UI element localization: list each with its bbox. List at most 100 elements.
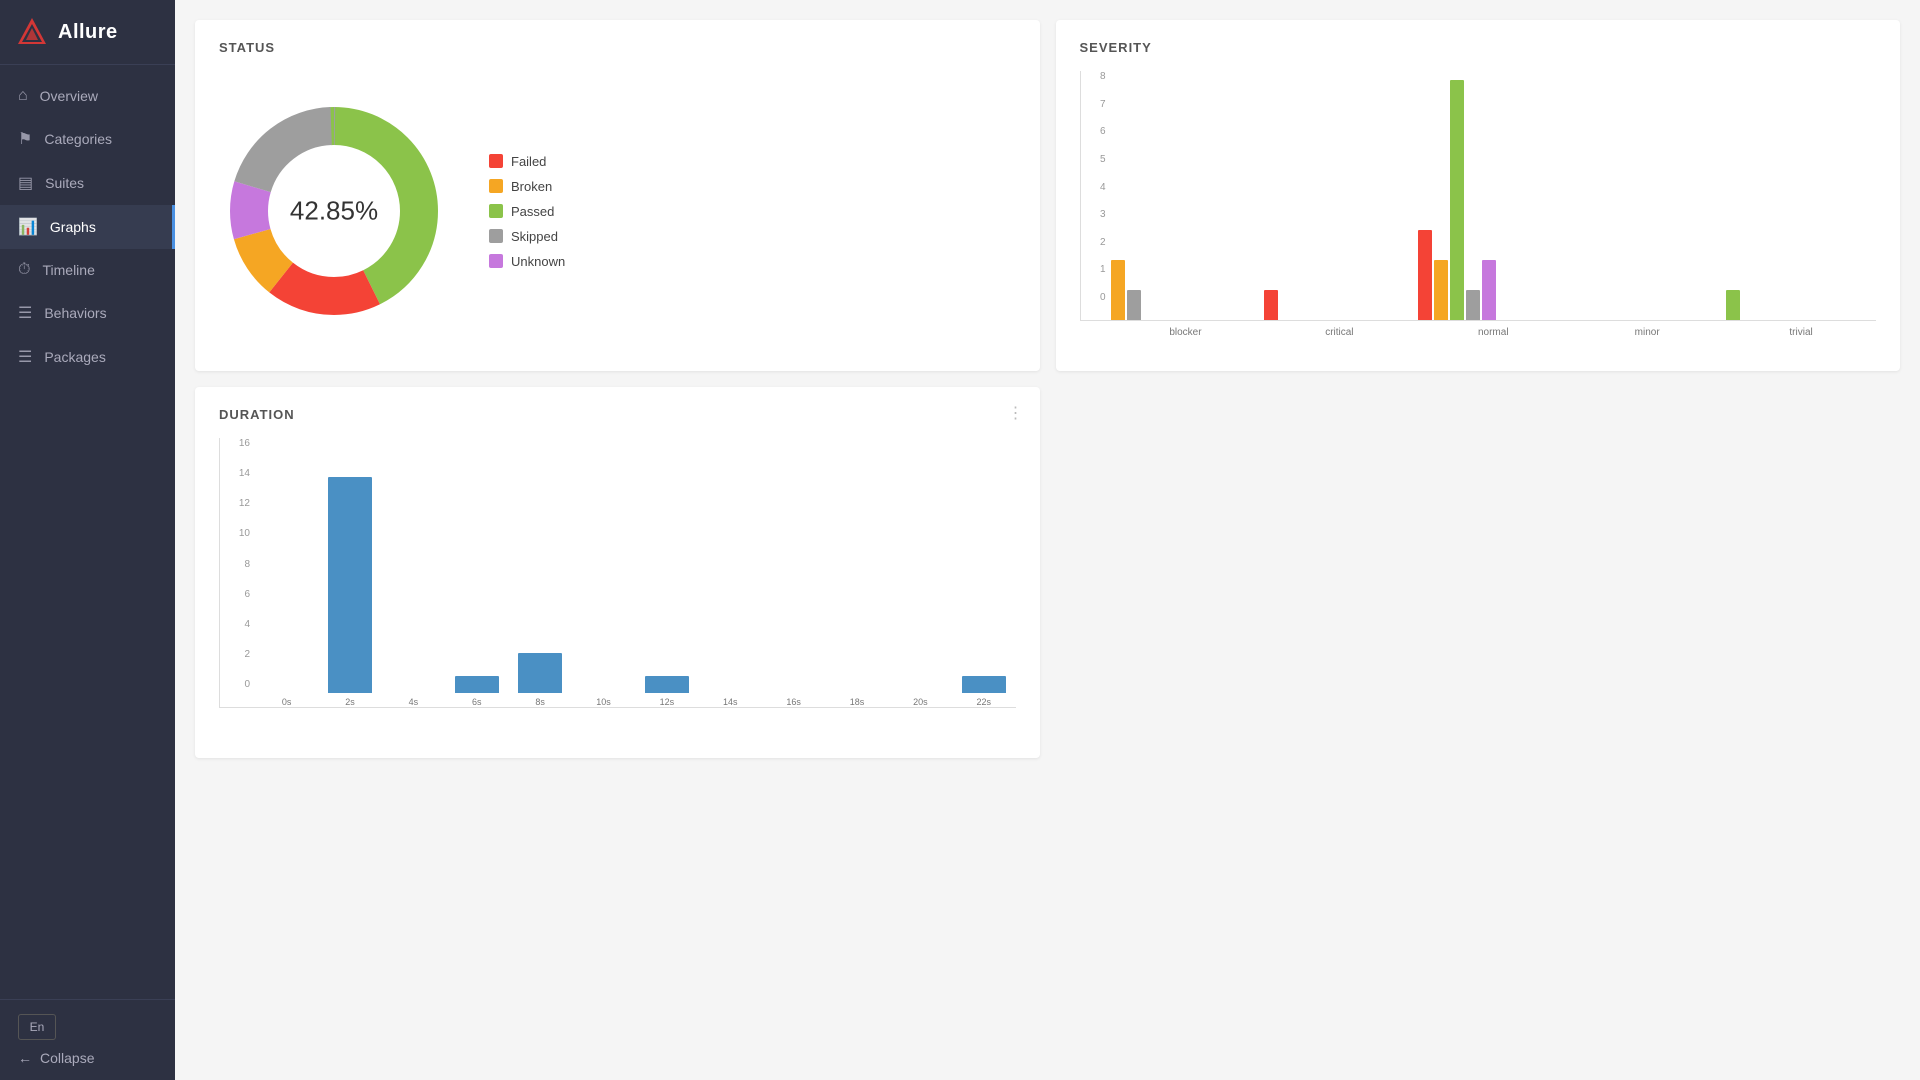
severity-bar	[1264, 290, 1278, 320]
duration-bar-label: 20s	[913, 697, 928, 707]
duration-bar-col: 2s	[318, 477, 381, 707]
legend-label-passed: Passed	[511, 204, 554, 219]
duration-bar-label: 10s	[596, 697, 611, 707]
severity-chart: 876543210 blockercriticalnormalminortriv…	[1080, 71, 1877, 351]
sidebar-item-timeline[interactable]: ⏱ Timeline	[0, 249, 175, 291]
overview-icon: ⌂	[18, 87, 28, 105]
duration-bar-col: 6s	[445, 676, 508, 707]
legend-dot-skipped	[489, 229, 503, 243]
severity-bar	[1111, 260, 1125, 320]
sidebar-label-overview: Overview	[40, 88, 98, 104]
sidebar-item-categories[interactable]: ⚑ Categories	[0, 117, 175, 161]
sidebar-label-suites: Suites	[45, 175, 84, 191]
collapse-button[interactable]: ← Collapse	[18, 1050, 157, 1066]
legend-dot-passed	[489, 204, 503, 218]
sidebar-label-graphs: Graphs	[50, 219, 96, 235]
sidebar: Allure ⌂ Overview⚑ Categories▤ Suites📊 G…	[0, 0, 175, 1080]
severity-bar	[1450, 80, 1464, 320]
duration-title: DURATION	[219, 407, 1016, 422]
sidebar-item-suites[interactable]: ▤ Suites	[0, 161, 175, 205]
severity-title: SEVERITY	[1080, 40, 1877, 55]
duration-bar-col: 10s	[572, 693, 635, 707]
duration-bar	[645, 676, 689, 693]
graphs-icon: 📊	[18, 217, 38, 237]
legend-dot-failed	[489, 154, 503, 168]
sidebar-bottom: En ← Collapse	[0, 999, 175, 1080]
allure-logo-icon	[16, 16, 48, 48]
collapse-arrow-icon: ←	[18, 1050, 32, 1066]
logo-area: Allure	[0, 0, 175, 65]
legend-dot-broken	[489, 179, 503, 193]
severity-bar	[1466, 290, 1480, 320]
legend-item-skipped: Skipped	[489, 229, 565, 244]
severity-group-label: critical	[1325, 327, 1353, 338]
timeline-icon: ⏱	[18, 261, 30, 279]
main-content: STATUS 42.85% Fa	[175, 0, 1920, 1080]
severity-group-label: normal	[1478, 327, 1509, 338]
duration-card: DURATION ⋮ 1614121086420 0s2s4s6s8s10s12…	[195, 387, 1040, 758]
sidebar-item-packages[interactable]: ☰ Packages	[0, 335, 175, 379]
severity-group-critical: critical	[1264, 290, 1414, 320]
duration-bar-label: 18s	[850, 697, 865, 707]
status-title: STATUS	[219, 40, 1016, 55]
sidebar-item-overview[interactable]: ⌂ Overview	[0, 75, 175, 117]
sidebar-label-packages: Packages	[44, 349, 105, 365]
sidebar-label-behaviors: Behaviors	[44, 305, 106, 321]
donut-chart: 42.85%	[219, 96, 449, 326]
severity-bar	[1726, 290, 1740, 320]
legend-item-passed: Passed	[489, 204, 565, 219]
legend-item-broken: Broken	[489, 179, 565, 194]
status-legend: Failed Broken Passed Skipped Unknown	[489, 154, 565, 269]
legend-label-unknown: Unknown	[511, 254, 565, 269]
duration-bar-col: 16s	[762, 693, 825, 707]
duration-bar-col: 4s	[382, 693, 445, 707]
duration-bar	[518, 653, 562, 693]
sidebar-item-graphs[interactable]: 📊 Graphs	[0, 205, 175, 249]
duration-bar-col: 0s	[255, 693, 318, 707]
logo-text: Allure	[58, 21, 118, 44]
duration-chart: 1614121086420 0s2s4s6s8s10s12s14s16s18s2…	[219, 438, 1016, 738]
duration-bar-label: 2s	[345, 697, 355, 707]
donut-percentage: 42.85%	[290, 196, 378, 227]
severity-group-blocker: blocker	[1111, 260, 1261, 320]
status-content: 42.85% Failed Broken Passed Skipped Unkn…	[219, 71, 1016, 351]
status-card: STATUS 42.85% Fa	[195, 20, 1040, 371]
duration-menu-icon[interactable]: ⋮	[1008, 403, 1024, 423]
legend-item-failed: Failed	[489, 154, 565, 169]
duration-bar-label: 4s	[409, 697, 419, 707]
legend-label-skipped: Skipped	[511, 229, 558, 244]
severity-bar	[1434, 260, 1448, 320]
duration-bar-label: 12s	[660, 697, 675, 707]
legend-label-failed: Failed	[511, 154, 546, 169]
duration-bar-col: 14s	[699, 693, 762, 707]
severity-bars: blockercriticalnormalminortrivial	[1080, 71, 1877, 321]
behaviors-icon: ☰	[18, 303, 32, 323]
sidebar-label-timeline: Timeline	[42, 262, 94, 278]
collapse-label: Collapse	[40, 1050, 94, 1066]
duration-bar-label: 14s	[723, 697, 738, 707]
severity-bar	[1418, 230, 1432, 320]
suites-icon: ▤	[18, 173, 33, 193]
duration-bar	[328, 477, 372, 693]
legend-label-broken: Broken	[511, 179, 552, 194]
duration-bar-label: 22s	[977, 697, 992, 707]
categories-icon: ⚑	[18, 129, 32, 149]
duration-bar-label: 8s	[535, 697, 545, 707]
severity-group-label: trivial	[1789, 327, 1812, 338]
legend-item-unknown: Unknown	[489, 254, 565, 269]
duration-bar	[455, 676, 499, 693]
duration-bars: 0s 2s 4s 6s 8s 10s 12s 14s 16s 18s 20s 22s	[219, 438, 1016, 708]
duration-bar-col: 12s	[635, 676, 698, 707]
severity-group-label: minor	[1635, 327, 1660, 338]
duration-bar-col: 20s	[889, 693, 952, 707]
severity-bar	[1127, 290, 1141, 320]
severity-bar	[1482, 260, 1496, 320]
language-button[interactable]: En	[18, 1014, 56, 1040]
sidebar-item-behaviors[interactable]: ☰ Behaviors	[0, 291, 175, 335]
legend-dot-unknown	[489, 254, 503, 268]
packages-icon: ☰	[18, 347, 32, 367]
duration-bar-col: 22s	[952, 676, 1015, 707]
sidebar-label-categories: Categories	[44, 131, 112, 147]
severity-group-trivial: trivial	[1726, 290, 1876, 320]
severity-group-normal: normal	[1418, 80, 1568, 320]
